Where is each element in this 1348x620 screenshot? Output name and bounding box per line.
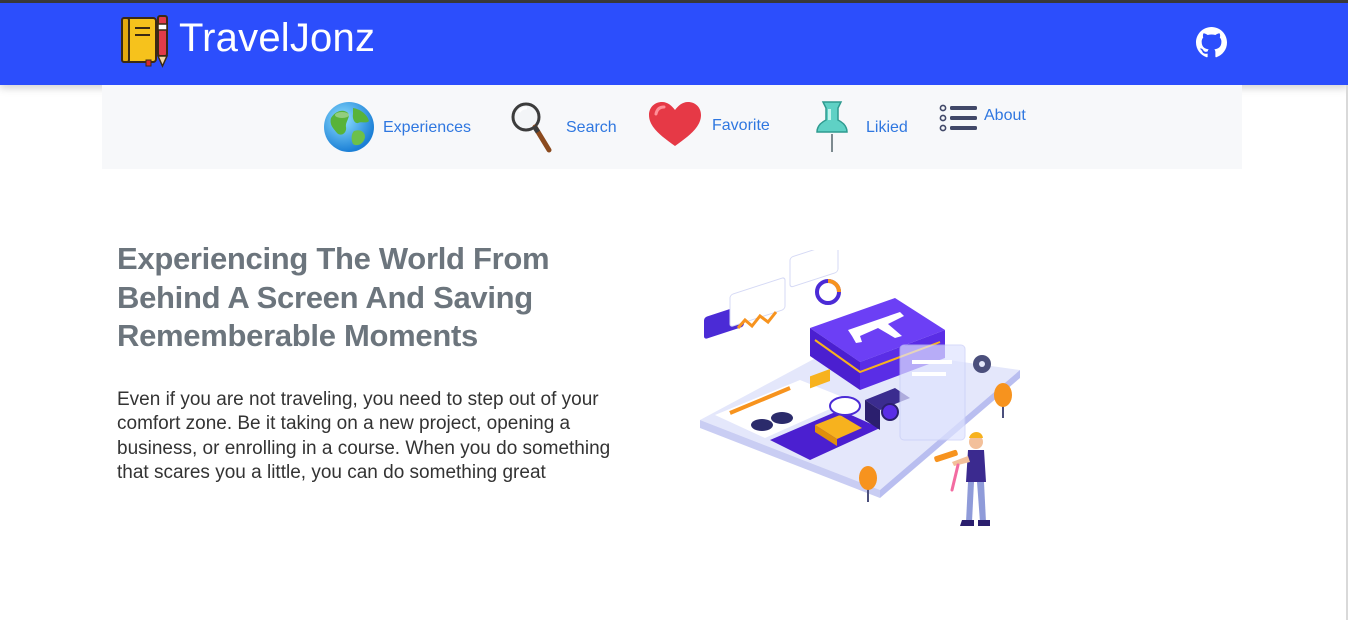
globe-icon (324, 102, 374, 152)
nav-item-about[interactable]: About (939, 104, 1026, 132)
brand-link[interactable]: TravelJonz (120, 14, 375, 68)
notebook-pen-icon (121, 15, 169, 68)
github-icon (1196, 27, 1227, 58)
hero-body-text: Even if you are not traveling, you need … (117, 389, 611, 483)
nav-label-favorite: Favorite (712, 117, 770, 134)
top-navbar: TravelJonz (0, 3, 1348, 85)
nav-item-search[interactable]: Search (510, 100, 617, 154)
nav-item-favorite[interactable]: Favorite (647, 100, 770, 150)
nav-label-experiences: Experiences (383, 119, 472, 136)
nav-label-search: Search (566, 119, 617, 136)
nav-label-about: About (984, 106, 1026, 124)
magnifier-icon (511, 102, 552, 153)
brand-name: TravelJonz (179, 15, 376, 60)
nav-item-likied[interactable]: Likied (810, 100, 908, 154)
section-nav: Experiences Search Favorite Likied About (102, 85, 1242, 169)
isometric-travel-illustration (700, 250, 1020, 526)
github-link[interactable] (1196, 27, 1227, 58)
hero-headline: Experiencing The World From Behind A Scr… (117, 241, 550, 353)
nav-item-experiences[interactable]: Experiences (322, 100, 471, 154)
list-icon (939, 104, 977, 132)
pushpin-icon (816, 101, 848, 152)
heart-icon (649, 102, 701, 146)
nav-label-likied: Likied (866, 119, 908, 136)
